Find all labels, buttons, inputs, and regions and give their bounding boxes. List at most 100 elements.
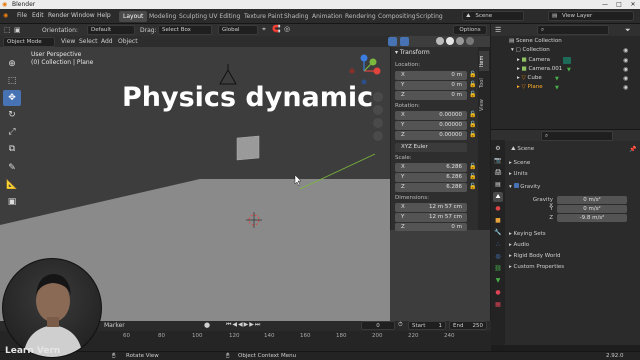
outliner-editor-icon[interactable]: ☰ bbox=[495, 26, 501, 34]
dimensions-z-field[interactable]: Z 0 m bbox=[395, 223, 467, 231]
gravity-x-field[interactable]: 0 m/s² bbox=[557, 196, 627, 204]
camera-object[interactable] bbox=[219, 64, 237, 85]
pin-icon[interactable]: 📌 bbox=[629, 146, 636, 153]
outliner-collection[interactable]: ▾ ▢ Collection bbox=[511, 47, 550, 53]
section-gravity[interactable]: ▾ Gravity bbox=[509, 183, 540, 190]
transform-tool-icon[interactable]: ⧉ bbox=[3, 141, 21, 157]
current-frame-field[interactable]: 0 bbox=[361, 321, 395, 330]
rotation-mode-dropdown[interactable]: XYZ Euler bbox=[395, 143, 467, 152]
scale-z-field[interactable]: Z 6.286 bbox=[395, 183, 467, 192]
sidebar-tab-tool[interactable]: Tool bbox=[479, 73, 489, 93]
lock-icon[interactable]: 🔓 bbox=[469, 131, 476, 138]
outliner-item-plane[interactable]: ▸ ▽ Plane bbox=[517, 84, 543, 90]
section-custom-properties[interactable]: ▸ Custom Properties bbox=[509, 264, 564, 270]
measure-tool-icon[interactable]: 📐 bbox=[3, 177, 21, 193]
select-box-tool-icon[interactable]: ⬚ bbox=[3, 73, 21, 89]
section-audio[interactable]: ▸ Audio bbox=[509, 242, 529, 248]
annotate-tool-icon[interactable]: ✎ bbox=[3, 160, 21, 176]
scale-tool-icon[interactable]: ⤢ bbox=[3, 124, 21, 140]
location-z-field[interactable]: Z 0 m bbox=[395, 91, 467, 100]
render-properties-icon[interactable]: 📷 bbox=[493, 156, 503, 166]
rotate-tool-icon[interactable]: ↻ bbox=[3, 107, 21, 123]
move-tool-icon[interactable]: ✥ bbox=[3, 90, 21, 106]
end-frame-field[interactable]: End 250 bbox=[449, 321, 487, 330]
pan-icon[interactable] bbox=[373, 105, 383, 115]
lock-icon[interactable]: 🔓 bbox=[469, 121, 476, 128]
outliner-item-camera-001[interactable]: ▸ ■ Camera.001 bbox=[517, 66, 562, 72]
output-properties-icon[interactable]: 🖨 bbox=[493, 168, 503, 178]
proportional-edit-icon[interactable]: ◎ bbox=[284, 25, 290, 33]
dimensions-x-field[interactable]: X 12 m 57 cm bbox=[395, 203, 467, 212]
navigation-gizmo[interactable] bbox=[349, 54, 381, 85]
cursor-tool-icon[interactable]: ⊕ bbox=[3, 56, 21, 72]
viewport-menu-add[interactable]: Add bbox=[101, 38, 113, 45]
menu-edit[interactable]: Edit bbox=[32, 12, 44, 19]
lock-icon[interactable]: 🔓 bbox=[469, 71, 476, 78]
blender-menu-icon[interactable]: ◉ bbox=[3, 12, 8, 19]
zoom-icon[interactable] bbox=[373, 92, 383, 102]
menu-window[interactable]: Window bbox=[71, 12, 95, 19]
outliner-item-cube[interactable]: ▸ ▽ Cube bbox=[517, 75, 542, 81]
viewport-menu-object[interactable]: Object bbox=[118, 38, 138, 45]
drag-dropdown[interactable]: Select Box bbox=[158, 25, 212, 35]
start-frame-field[interactable]: Start 1 bbox=[408, 321, 446, 330]
maximize-button[interactable]: □ bbox=[612, 0, 626, 9]
visibility-eye-icon[interactable]: ◉ bbox=[623, 57, 628, 64]
transform-space-dropdown[interactable]: Global bbox=[218, 25, 258, 35]
properties-search-input[interactable]: ⌕ bbox=[541, 131, 613, 141]
visibility-eye-icon[interactable]: ◉ bbox=[623, 75, 628, 82]
location-x-field[interactable]: X 0 m bbox=[395, 71, 467, 80]
options-dropdown[interactable]: Options bbox=[453, 25, 487, 35]
filter-icon[interactable]: ⏷ bbox=[625, 26, 631, 35]
close-button[interactable]: ✕ bbox=[626, 0, 640, 9]
lock-icon[interactable]: 🔓 bbox=[469, 183, 476, 190]
snap-icon[interactable]: 🧲 bbox=[272, 25, 281, 33]
mode-dropdown[interactable]: Object Mode bbox=[3, 37, 55, 47]
viewport-menu-view[interactable]: View bbox=[61, 38, 75, 45]
lock-icon[interactable]: 🔓 bbox=[469, 91, 476, 98]
rotation-y-field[interactable]: Y 0.00000 bbox=[395, 121, 467, 130]
modifier-properties-icon[interactable]: 🔧 bbox=[493, 228, 503, 238]
material-properties-icon[interactable]: ● bbox=[493, 288, 503, 298]
material-shading-icon[interactable] bbox=[456, 37, 464, 45]
section-rigid-body-world[interactable]: ▸ Rigid Body World bbox=[509, 253, 561, 259]
transform-panel-header[interactable]: ▾ Transform bbox=[395, 49, 430, 56]
sidebar-tab-view[interactable]: View bbox=[479, 95, 489, 115]
scene-properties-icon[interactable]: ⛰ bbox=[493, 192, 503, 202]
gizmo-toggle-icon[interactable] bbox=[388, 37, 397, 46]
lock-icon[interactable]: 🔓 bbox=[469, 173, 476, 180]
outliner-search-input[interactable]: ⌕ bbox=[537, 25, 609, 35]
lock-icon[interactable]: 🔓 bbox=[469, 111, 476, 118]
section-scene[interactable]: ▸ Scene bbox=[509, 160, 530, 166]
section-units[interactable]: ▸ Units bbox=[509, 171, 528, 177]
world-properties-icon[interactable]: ● bbox=[493, 204, 503, 214]
gravity-y-field[interactable]: 0 m/s² bbox=[557, 205, 627, 213]
visibility-eye-icon[interactable]: ◉ bbox=[623, 66, 628, 73]
constraint-properties-icon[interactable]: ⛓ bbox=[493, 264, 503, 274]
scene-selector[interactable]: ⛰ Scene bbox=[462, 11, 524, 21]
record-icon[interactable]: ● bbox=[204, 321, 210, 329]
section-keying-sets[interactable]: ▸ Keying Sets bbox=[509, 231, 546, 237]
rotation-z-field[interactable]: Z 0.00000 bbox=[395, 131, 467, 140]
workspace-tab-layout[interactable]: Layout bbox=[119, 11, 148, 22]
visibility-eye-icon[interactable]: ◉ bbox=[623, 47, 628, 54]
visibility-eye-icon[interactable]: ◉ bbox=[623, 84, 628, 91]
orientation-dropdown[interactable]: Default bbox=[87, 25, 135, 35]
workspace-tab-scripting[interactable]: Scripting bbox=[412, 11, 447, 22]
outliner-scene-collection[interactable]: ▤ Scene Collection bbox=[509, 38, 562, 44]
location-y-field[interactable]: Y 0 m bbox=[395, 81, 467, 90]
overlay-toggle-icon[interactable] bbox=[400, 37, 409, 46]
physics-properties-icon[interactable]: ◎ bbox=[493, 252, 503, 262]
preview-range-icon[interactable]: ⏱ bbox=[398, 321, 403, 329]
add-cube-tool-icon[interactable]: ▣ bbox=[3, 194, 21, 210]
rendered-shading-icon[interactable] bbox=[466, 37, 474, 45]
new-selection-icon[interactable]: ▣ bbox=[14, 26, 21, 34]
menu-help[interactable]: Help bbox=[97, 12, 111, 19]
cube-object[interactable] bbox=[236, 135, 260, 161]
lock-icon[interactable]: 🔓 bbox=[469, 81, 476, 88]
wireframe-shading-icon[interactable] bbox=[436, 37, 444, 45]
data-properties-icon[interactable]: ▼ bbox=[493, 276, 503, 286]
timeline-menu-marker[interactable]: Marker bbox=[104, 322, 125, 329]
dimensions-y-field[interactable]: Y 12 m 57 cm bbox=[395, 213, 467, 222]
view-layer-selector[interactable]: ▤ View Layer bbox=[548, 11, 634, 21]
